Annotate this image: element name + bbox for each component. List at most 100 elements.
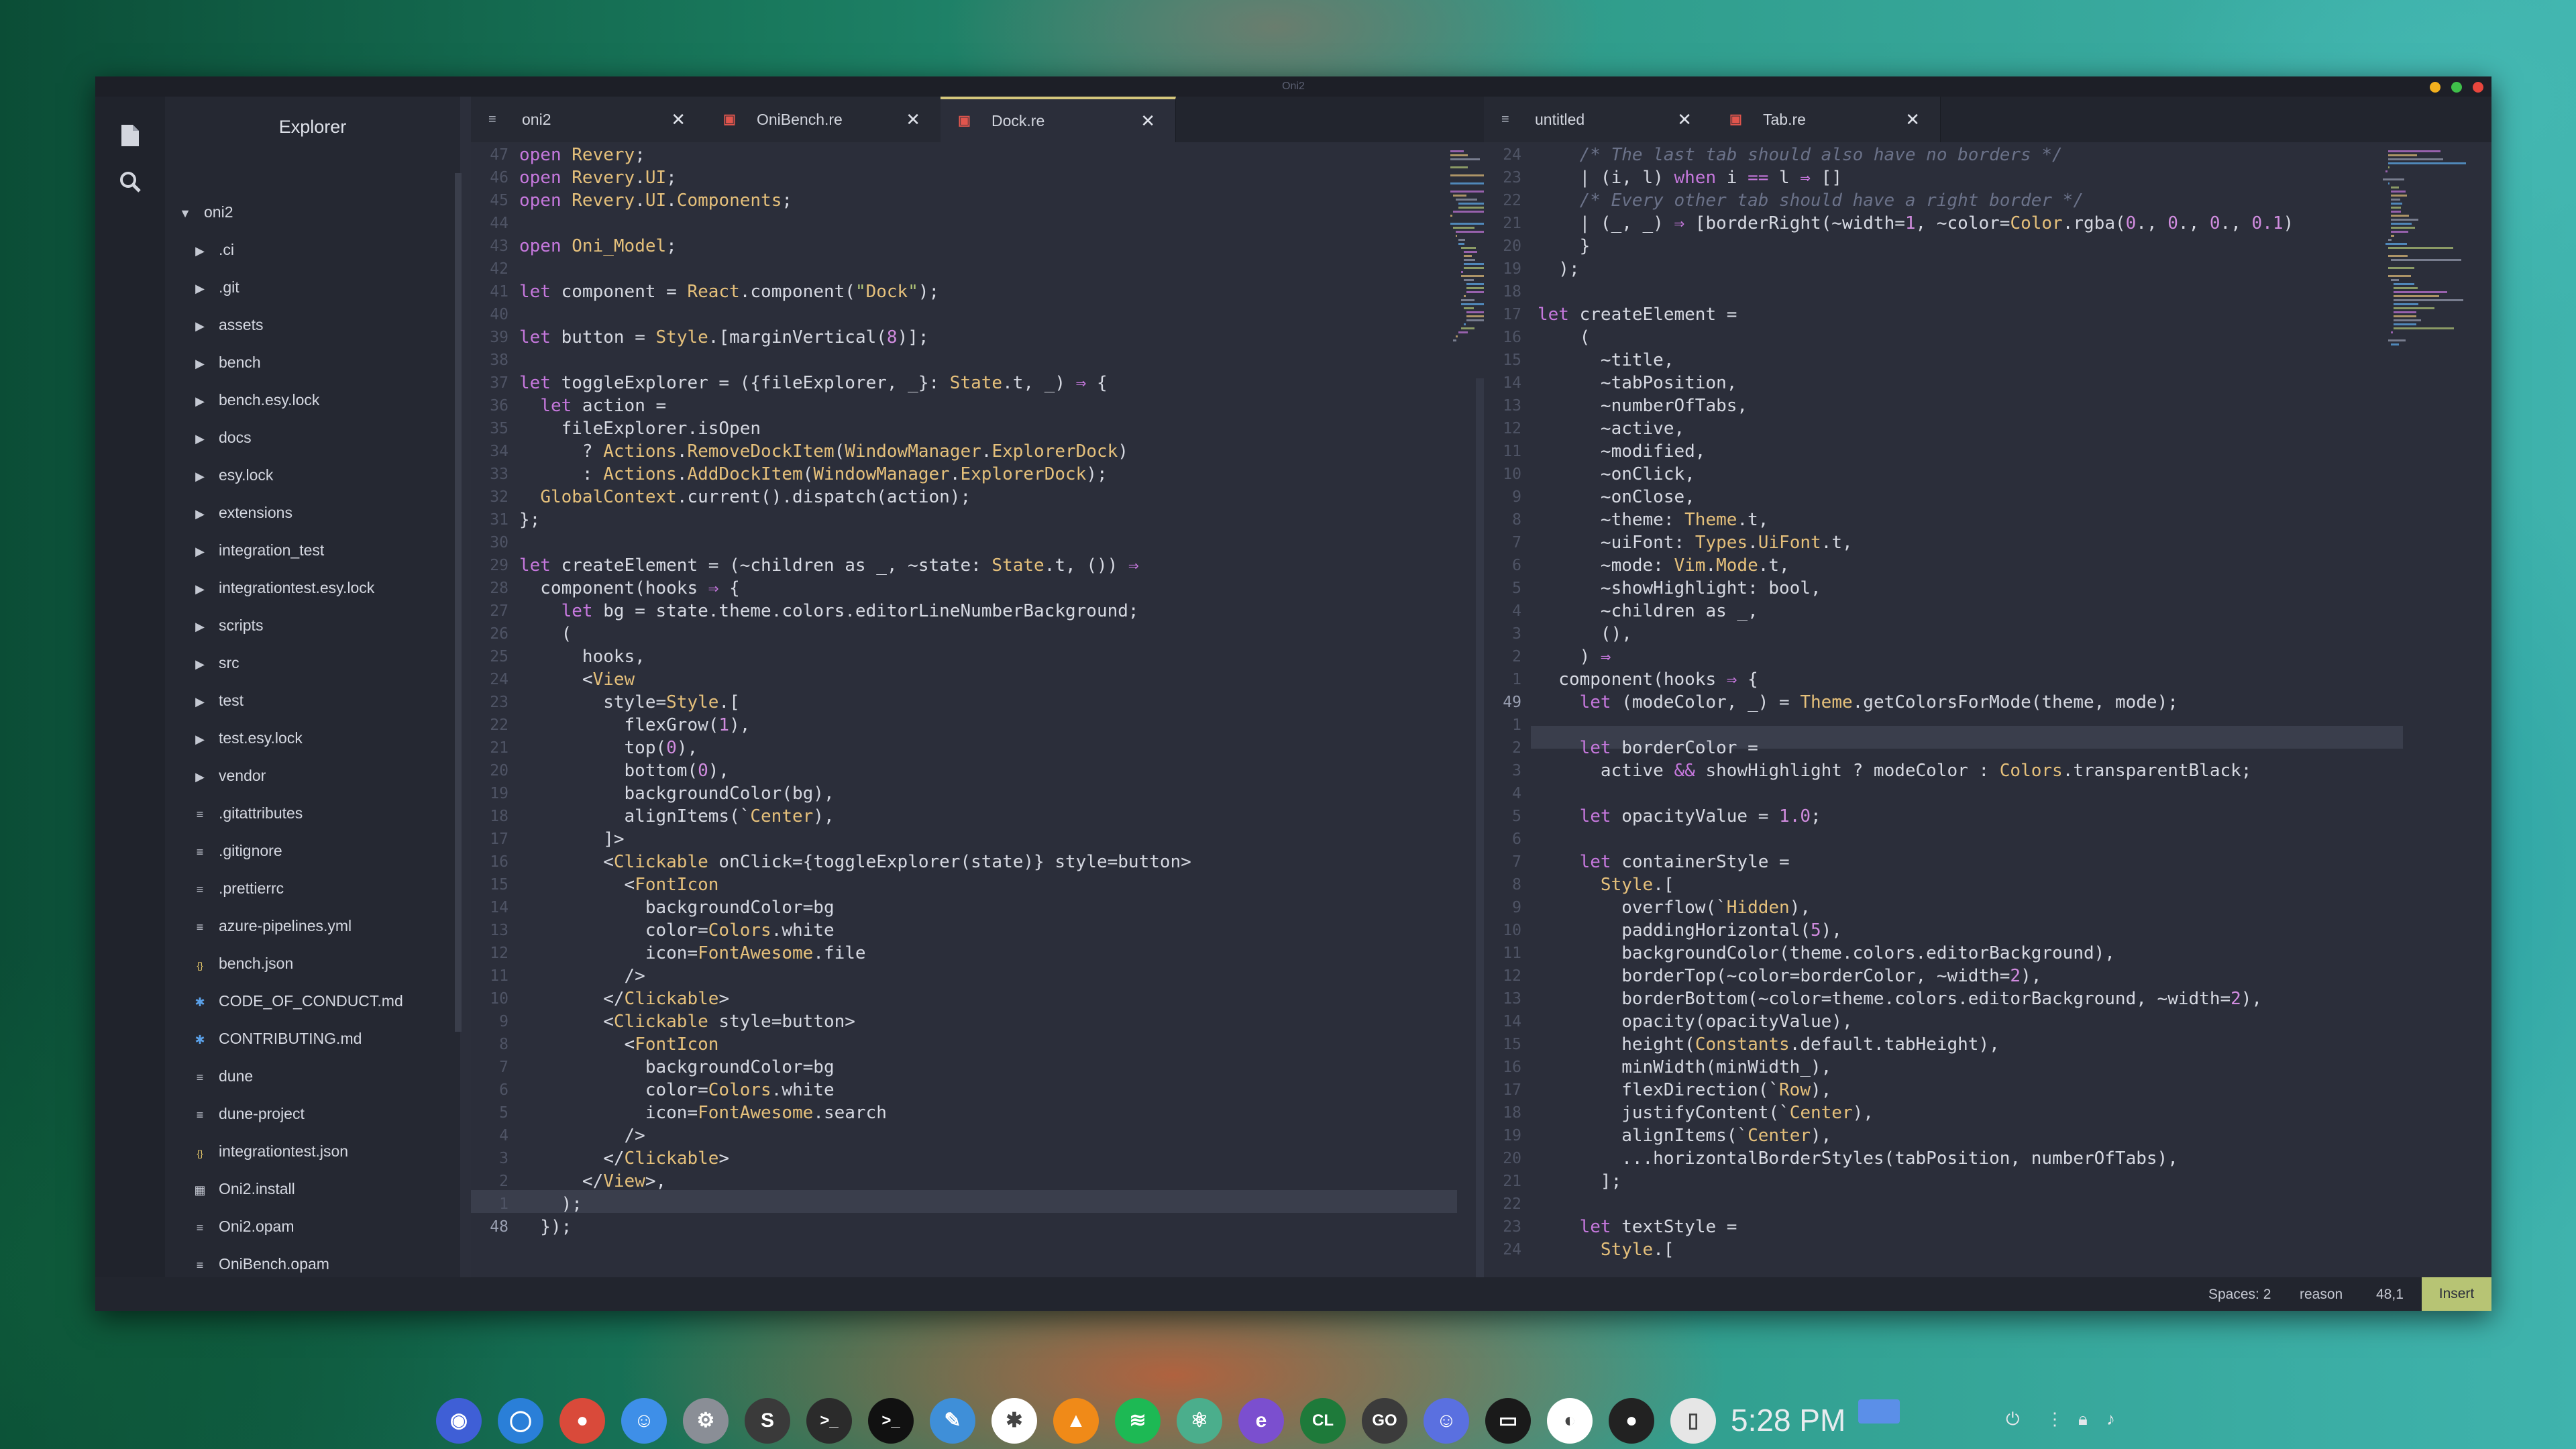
explorer-item[interactable]: ≡ dune: [191, 1063, 253, 1089]
explorer-scrollbar[interactable]: [455, 173, 462, 1032]
spotify-icon[interactable]: ≋: [1115, 1398, 1161, 1444]
explorer-item[interactable]: ▶ docs: [191, 424, 252, 451]
close-icon[interactable]: ✕: [1905, 97, 1920, 142]
record-icon[interactable]: ●: [1609, 1398, 1654, 1444]
explorer-item[interactable]: ≡ .gitattributes: [191, 800, 303, 826]
browser-icon[interactable]: ◯: [498, 1398, 543, 1444]
explorer-item[interactable]: ▶ extensions: [191, 499, 292, 526]
power-icon[interactable]: ⏻: [2006, 1409, 2020, 1430]
explorer-item[interactable]: ▦ Oni2.install: [191, 1175, 294, 1202]
explorer-item[interactable]: ✱ CODE_OF_CONDUCT.md: [191, 987, 402, 1014]
close-icon[interactable]: ✕: [671, 97, 686, 142]
line-number: 17: [490, 830, 508, 848]
cursor-position-status[interactable]: 48,1: [2376, 1287, 2404, 1303]
file-icon[interactable]: [117, 123, 144, 150]
color-picker-icon[interactable]: ◐: [1547, 1398, 1593, 1444]
minimap-line: [2394, 283, 2414, 285]
explorer-item-label: dune-project: [219, 1105, 305, 1122]
close-icon[interactable]: ✕: [906, 97, 920, 142]
tab-oni2[interactable]: ≡ oni2 ✕: [471, 97, 706, 142]
code-text: ~active,: [1538, 419, 1685, 439]
explorer-item[interactable]: ≡ OniBench.opam: [191, 1250, 329, 1277]
explorer-item[interactable]: ▶ integration_test: [191, 537, 324, 564]
volume-icon[interactable]: ♪: [2106, 1409, 2115, 1430]
minimap-line: [2391, 343, 2399, 345]
explorer-item[interactable]: ▶ esy.lock: [191, 462, 273, 488]
minimap-line: [2394, 303, 2419, 305]
terminal-2-icon[interactable]: >_: [868, 1398, 914, 1444]
code-text: backgroundColor(bg),: [519, 784, 835, 804]
goland-icon[interactable]: GO: [1362, 1398, 1407, 1444]
tray-window-icon[interactable]: [1858, 1399, 1900, 1424]
explorer-item[interactable]: ▶ .git: [191, 274, 239, 301]
search-icon[interactable]: [117, 170, 144, 197]
minimize-button[interactable]: [2430, 82, 2440, 93]
finder-icon[interactable]: ☺: [621, 1398, 667, 1444]
tab-tab-re[interactable]: ▣ Tab.re ✕: [1712, 97, 1941, 142]
screen-icon[interactable]: ▭: [1485, 1398, 1531, 1444]
notes-icon[interactable]: ✎: [930, 1398, 975, 1444]
indentation-status[interactable]: Spaces: 2: [2208, 1287, 2271, 1303]
line-number: 9: [1512, 899, 1521, 916]
chrome-dev-icon[interactable]: ●: [559, 1398, 605, 1444]
discord-icon[interactable]: ☺: [1424, 1398, 1469, 1444]
line-number: 36: [490, 397, 508, 415]
settings-icon[interactable]: ⚙: [683, 1398, 729, 1444]
terminal-icon[interactable]: >_: [806, 1398, 852, 1444]
explorer-item[interactable]: ▶ .ci: [191, 236, 234, 263]
explorer-item[interactable]: {} bench.json: [191, 950, 293, 977]
explorer-item[interactable]: ▶ vendor: [191, 762, 266, 789]
network-icon[interactable]: ⋮: [2046, 1409, 2063, 1430]
explorer-item-label: OniBench.opam: [219, 1255, 329, 1273]
explorer-item[interactable]: ≡ Oni2.opam: [191, 1213, 294, 1240]
explorer-item[interactable]: ▼ oni2: [176, 199, 233, 225]
explorer-item-label: .ci: [219, 241, 234, 258]
clipboard-icon[interactable]: ▯: [1670, 1398, 1716, 1444]
explorer-item[interactable]: ▶ integrationtest.esy.lock: [191, 574, 374, 601]
reason-file-icon: ▣: [1729, 112, 1742, 127]
explorer-item[interactable]: ≡ .gitignore: [191, 837, 282, 864]
explorer-item[interactable]: ▶ test: [191, 687, 244, 714]
explorer-item[interactable]: ▶ bench.esy.lock: [191, 386, 319, 413]
explorer-item-label: .prettierrc: [219, 879, 284, 897]
atom-icon[interactable]: ⚛: [1177, 1398, 1222, 1444]
explorer-item-label: esy.lock: [219, 466, 274, 484]
line-number: 22: [490, 716, 508, 734]
emacs-icon[interactable]: e: [1238, 1398, 1284, 1444]
minimap-line: [2385, 243, 2408, 245]
close-icon[interactable]: ✕: [1677, 97, 1692, 142]
clion-icon[interactable]: CL: [1300, 1398, 1346, 1444]
slack-icon[interactable]: ✱: [991, 1398, 1037, 1444]
firefox-icon[interactable]: ◉: [436, 1398, 482, 1444]
explorer-item[interactable]: ▶ assets: [191, 311, 263, 338]
explorer-item[interactable]: ≡ dune-project: [191, 1100, 305, 1127]
close-window-button[interactable]: [2473, 82, 2483, 93]
minimap-line: [2394, 319, 2421, 321]
code-text: backgroundColor=bg: [519, 1057, 835, 1077]
minimap-line: [2394, 323, 2416, 325]
lock-icon[interactable]: 🔒︎: [2078, 1409, 2088, 1430]
minimap-line: [2394, 327, 2455, 329]
tab-untitled[interactable]: ≡ untitled ✕: [1484, 97, 1713, 142]
explorer-item[interactable]: ▶ src: [191, 649, 239, 676]
explorer-item[interactable]: ≡ azure-pipelines.yml: [191, 912, 352, 939]
close-icon[interactable]: ✕: [1140, 99, 1155, 142]
explorer-item[interactable]: ≡ .prettierrc: [191, 875, 284, 902]
explorer-item-label: test.esy.lock: [219, 729, 303, 747]
line-number: 10: [1503, 922, 1521, 939]
minimap-right[interactable]: [2383, 150, 2483, 419]
explorer-item[interactable]: ▶ scripts: [191, 612, 263, 639]
maximize-button[interactable]: [2451, 82, 2462, 93]
sublime-icon[interactable]: S: [745, 1398, 790, 1444]
explorer-item[interactable]: {} integrationtest.json: [191, 1138, 348, 1165]
tab-dock-re[interactable]: ▣ Dock.re ✕: [941, 97, 1176, 142]
explorer-item[interactable]: ▶ test.esy.lock: [191, 724, 303, 751]
explorer-item[interactable]: ▶ bench: [191, 349, 261, 376]
line-number: 5: [1512, 580, 1521, 597]
explorer-item[interactable]: ✱ CONTRIBUTING.md: [191, 1025, 362, 1052]
clock[interactable]: 5:28 PM: [1731, 1402, 1845, 1438]
vlc-icon[interactable]: ▲: [1053, 1398, 1099, 1444]
code-text: let component = React.component("Dock");: [519, 282, 940, 302]
tab-onibench-re[interactable]: ▣ OniBench.re ✕: [706, 97, 941, 142]
language-status[interactable]: reason: [2300, 1287, 2343, 1303]
